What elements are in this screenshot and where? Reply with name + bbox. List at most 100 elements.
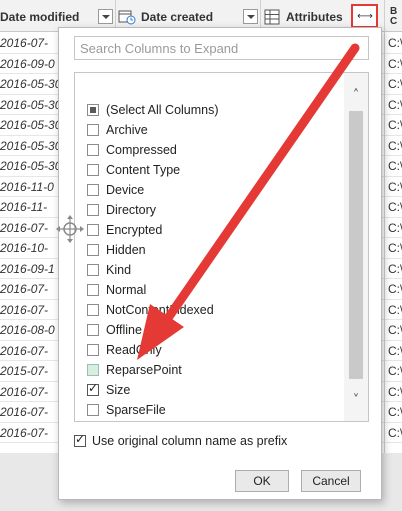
column-option-label: Archive [106,123,148,137]
scroll-down-chevron-icon[interactable]: ˅ [344,388,368,412]
path-cell: C:\ [388,159,402,173]
path-cell: C:\ [388,200,402,214]
use-prefix-checkbox[interactable] [74,432,86,447]
column-option-label: Directory [106,203,157,217]
path-cell: C:\ [388,241,402,255]
list-item[interactable]: ReparsePoint [87,360,182,380]
list-item[interactable]: (Select All Columns) [87,100,219,120]
column-option-label: Hidden [106,243,146,257]
search-box[interactable] [74,36,369,60]
path-cell: C:\ [388,36,402,50]
list-item[interactable]: Device [87,180,144,200]
expand-columns-popup: TemporarySystemSparseFileSizeReparsePoin… [58,27,382,500]
date-cell: 2016-07- [0,384,49,399]
column-option-label: ReparsePoint [106,363,182,377]
list-item[interactable]: Size [87,380,130,400]
date-cell: 2016-09-0 [0,56,55,71]
list-item[interactable]: Encrypted [87,220,162,240]
column-header-partial: B C [390,7,397,27]
list-item[interactable]: Normal [87,280,146,300]
list-item[interactable]: System [87,420,148,421]
ok-button[interactable]: OK [235,470,289,492]
date-cell: 2016-07- [0,343,49,358]
column-header-attributes[interactable]: Attributes [264,6,343,28]
column-checkbox[interactable] [87,264,99,276]
column-option-label: Encrypted [106,223,163,237]
date-cell: 2016-07- [0,405,49,419]
calendar-clock-icon [118,10,136,25]
list-item[interactable]: NotContentIndexed [87,300,214,320]
column-checkbox[interactable] [87,284,99,296]
column-header-date-modified-label: Date modified [0,10,80,24]
column-option-label: Offline [106,323,142,337]
path-cell: C:\ [388,343,402,358]
date-cell: 2016-05-30 [0,97,62,112]
column-checkbox[interactable] [87,204,99,216]
path-cell: C:\ [388,282,402,296]
column-checkbox[interactable] [87,244,99,256]
list-item[interactable]: ReadOnly [87,340,162,360]
column-checkbox[interactable] [87,164,99,176]
date-cell: 2016-09-1 [0,261,55,276]
column-checkbox[interactable] [87,404,99,416]
column-checkbox[interactable] [87,184,99,196]
path-cell: C:\ [388,261,402,276]
date-cell: 2016-10- [0,241,49,255]
path-cell: C:\ [388,323,402,337]
list-item[interactable]: Content Type [87,160,180,180]
list-item[interactable]: SparseFile [87,400,166,420]
column-list[interactable]: TemporarySystemSparseFileSizeReparsePoin… [74,72,369,422]
chevron-down-icon [101,14,110,19]
date-cell: 2016-08-0 [0,323,55,337]
cancel-button[interactable]: Cancel [301,470,361,492]
date-cell: 2016-07- [0,220,49,235]
vertical-scrollbar[interactable]: ˄ ˅ [344,73,368,421]
column-option-label: (Select All Columns) [106,103,219,117]
column-header-attributes-label: Attributes [286,10,343,24]
column-header-date-created-label: Date created [141,10,214,24]
column-option-label: NotContentIndexed [106,303,214,317]
list-item[interactable]: Offline [87,320,142,340]
date-cell: 2016-05-30 [0,159,62,173]
date-modified-filter-button[interactable] [98,9,113,24]
date-cell: 2016-11- [0,200,48,214]
column-checkbox[interactable] [87,344,99,356]
column-checkbox[interactable] [87,324,99,336]
list-item[interactable]: Archive [87,120,148,140]
expand-column-button[interactable]: ←→ [351,4,378,28]
column-checkbox[interactable] [87,364,99,376]
column-checkbox[interactable] [87,224,99,236]
move-handle-icon[interactable] [55,214,85,244]
list-item[interactable]: Directory [87,200,156,220]
path-cell: C:\ [388,97,402,112]
date-cell: 2016-11-0 [0,179,54,194]
date-cell: 2016-07- [0,425,49,440]
column-checkbox[interactable] [87,104,99,116]
column-option-label: Size [106,383,131,397]
list-item[interactable]: Hidden [87,240,146,260]
column-option-label: SparseFile [106,403,166,417]
use-prefix-option[interactable]: Use original column name as prefix [74,432,288,449]
path-cell: C:\ [388,138,402,153]
scroll-up-chevron-icon[interactable]: ˄ [344,83,368,107]
path-cell: C:\ [388,364,402,378]
path-cell: C:\ [388,302,402,317]
date-cell: 2016-07- [0,282,49,296]
column-checkbox[interactable] [87,124,99,136]
date-cell: 2016-07- [0,302,49,317]
column-checkbox[interactable] [87,381,99,396]
list-item[interactable]: Kind [87,260,131,280]
path-cell: C:\ [388,384,402,399]
expand-arrows-icon: ←→ [357,10,373,22]
date-created-filter-button[interactable] [243,9,258,24]
column-checkbox[interactable] [87,144,99,156]
column-checkbox[interactable] [87,304,99,316]
scrollbar-thumb[interactable] [349,111,363,379]
list-item[interactable]: Compressed [87,140,177,160]
path-cell: C:\ [388,77,402,91]
column-header-date-modified[interactable]: Date modified [0,6,79,28]
column-header-date-created[interactable]: Date created [118,6,213,28]
column-option-label: Device [106,183,145,197]
search-columns-input[interactable] [80,41,363,56]
use-prefix-label: Use original column name as prefix [92,434,288,448]
